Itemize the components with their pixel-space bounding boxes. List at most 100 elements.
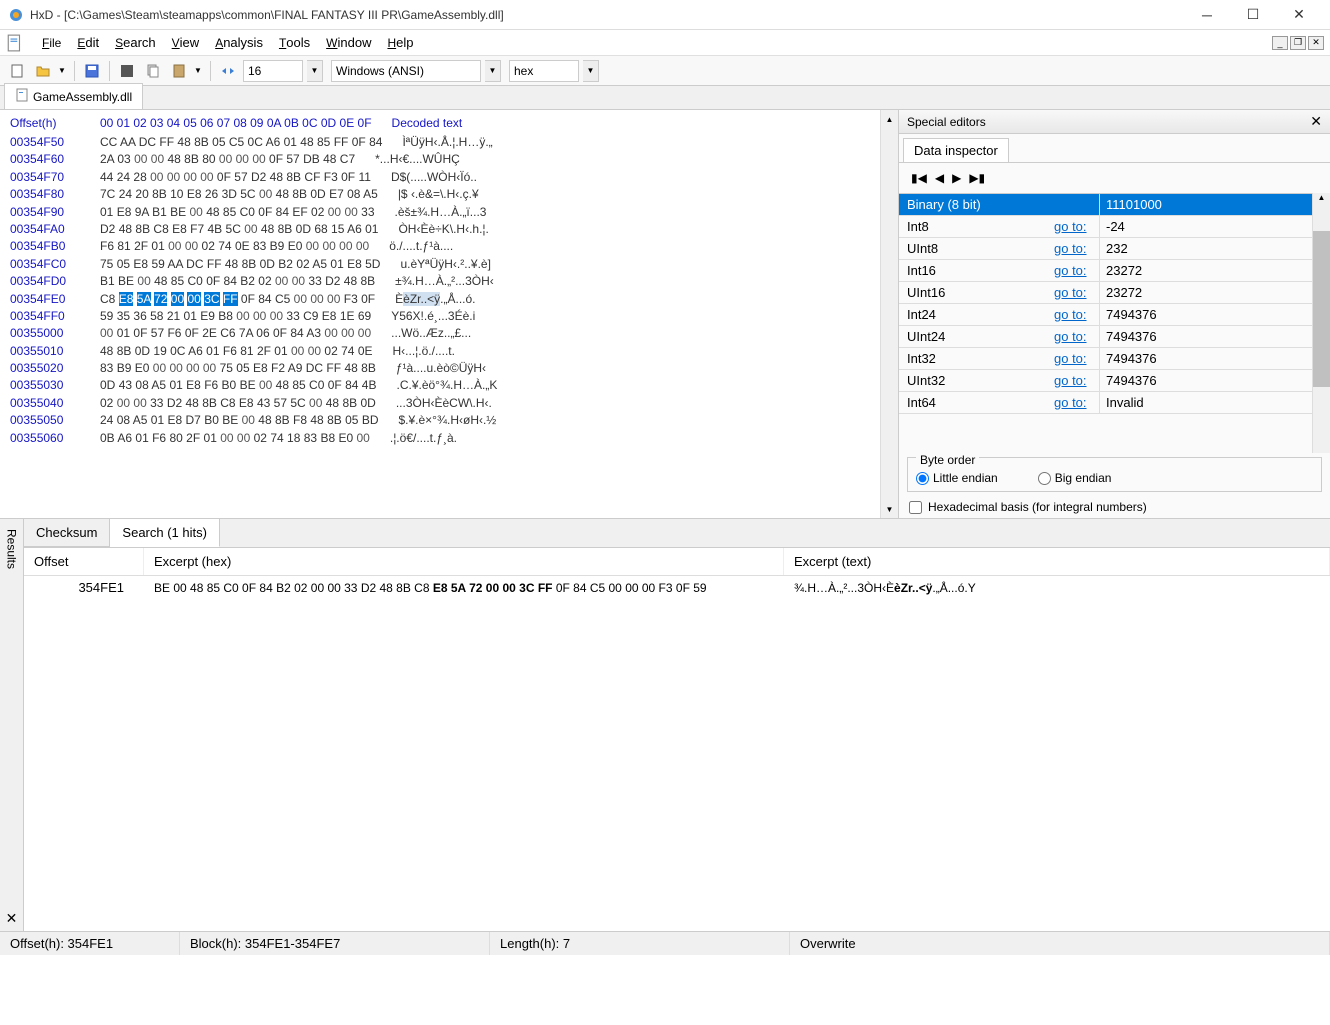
hex-scrollbar[interactable]: ▲ ▼ [880,110,898,518]
menu-window[interactable]: Window [318,31,379,54]
document-tabs: GameAssembly.dll [0,86,1330,110]
first-button[interactable]: ▮◀ [911,171,927,185]
results-header-offset[interactable]: Offset [24,548,144,575]
open-button[interactable] [32,60,54,82]
goto-link[interactable]: go to: [1054,241,1099,256]
inspector-row[interactable]: UInt16go to:23272 [899,282,1312,304]
inspector-row[interactable]: Int8go to:-24 [899,216,1312,238]
hex-row[interactable]: 0035505024 08 A5 01 E8 D7 B0 BE 00 48 8B… [10,412,880,429]
hex-row[interactable]: 00354FB0F6 81 2F 01 00 00 02 74 0E 83 B9… [10,238,880,255]
results-list[interactable]: Offset Excerpt (hex) Excerpt (text) 354F… [24,548,1330,931]
menu-file[interactable]: File [34,31,69,54]
inspector-close-button[interactable]: ✕ [1310,113,1322,130]
document-tab[interactable]: GameAssembly.dll [4,83,143,109]
statusbar: Offset(h): 354FE1 Block(h): 354FE1-354FE… [0,931,1330,955]
hex-row[interactable]: 0035502083 B9 E0 00 00 00 00 75 05 E8 F2… [10,360,880,377]
bytes-per-row-dropdown[interactable]: ▼ [307,60,323,82]
hex-row[interactable]: 0035504002 00 00 33 D2 48 8B C8 E8 43 57… [10,395,880,412]
hex-row[interactable]: 00354FF059 35 36 58 21 01 E9 B8 00 00 00… [10,308,880,325]
result-hex: BE 00 48 85 C0 0F 84 B2 02 00 00 33 D2 4… [144,576,784,599]
hex-row[interactable]: 00354FD0B1 BE 00 48 85 C0 0F 84 B2 02 00… [10,273,880,290]
hex-editor[interactable]: Offset(h) 00 01 02 03 04 05 06 07 08 09 … [0,110,880,518]
status-length: Length(h): 7 [490,932,790,955]
open-dropdown[interactable]: ▼ [58,66,68,75]
goto-link[interactable]: go to: [1054,351,1099,366]
inspector-scrollbar[interactable]: ▲ [1312,193,1330,453]
scroll-down-button[interactable]: ▼ [881,500,898,518]
hex-rows[interactable]: 00354F50CC AA DC FF 48 8B 05 C5 0C A6 01… [10,134,880,447]
copy-button[interactable] [142,60,164,82]
mdi-close-button[interactable]: ✕ [1308,36,1324,50]
checksum-tab[interactable]: Checksum [24,519,110,547]
mdi-minimize-button[interactable]: _ [1272,36,1288,50]
maximize-button[interactable]: ☐ [1230,0,1276,30]
inspector-table[interactable]: Binary (8 bit)11101000Int8go to:-24UInt8… [899,193,1312,453]
paste-button[interactable] [168,60,190,82]
cut-button[interactable] [116,60,138,82]
number-base-select[interactable] [509,60,579,82]
hex-row[interactable]: 00354F7044 24 28 00 00 00 00 0F 57 D2 48… [10,169,880,186]
inspector-row[interactable]: Int24go to:7494376 [899,304,1312,326]
big-endian-radio[interactable]: Big endian [1038,471,1112,485]
hex-row[interactable]: 00354FE0C8 E8 5A 72 00 00 3C FF 0F 84 C5… [10,291,880,308]
hex-row[interactable]: 003550600B A6 01 F6 80 2F 01 00 00 02 74… [10,430,880,447]
hex-row[interactable]: 00354F602A 03 00 00 48 8B 80 00 00 00 0F… [10,151,880,168]
results-close-button[interactable]: ✕ [6,910,18,927]
menu-edit[interactable]: Edit [69,31,107,54]
data-inspector-tab[interactable]: Data inspector [903,138,1009,162]
menu-help[interactable]: Help [379,31,421,54]
menu-search[interactable]: Search [107,31,164,54]
mdi-restore-button[interactable]: ❐ [1290,36,1306,50]
hex-row[interactable]: 00354F807C 24 20 8B 10 E8 26 3D 5C 00 48… [10,186,880,203]
scroll-up-button[interactable]: ▲ [881,110,898,128]
hex-row[interactable]: 00354F9001 E8 9A B1 BE 00 48 85 C0 0F 84… [10,204,880,221]
goto-link[interactable]: go to: [1054,307,1099,322]
offset-header: Offset(h) [10,116,100,130]
hex-row[interactable]: 00354F50CC AA DC FF 48 8B 05 C5 0C A6 01… [10,134,880,151]
hex-row[interactable]: 00354FA0D2 48 8B C8 E8 F7 4B 5C 00 48 8B… [10,221,880,238]
next-button[interactable]: ▶ [952,171,961,185]
goto-link[interactable]: go to: [1054,263,1099,278]
last-button[interactable]: ▶▮ [969,171,985,185]
inspector-row[interactable]: UInt8go to:232 [899,238,1312,260]
menu-tools[interactable]: Tools [271,31,318,54]
hex-row[interactable]: 0035500000 01 0F 57 F6 0F 2E C6 7A 06 0F… [10,325,880,342]
inspector-row[interactable]: Binary (8 bit)11101000 [899,194,1312,216]
column-header: 00 01 02 03 04 05 06 07 08 09 0A 0B 0C 0… [100,116,372,130]
menu-analysis[interactable]: Analysis [207,31,271,54]
minimize-button[interactable]: ─ [1184,0,1230,30]
hex-row[interactable]: 00354FC075 05 E8 59 AA DC FF 48 8B 0D B2… [10,256,880,273]
file-icon [15,88,29,105]
results-sidebar: Results ✕ [0,519,24,931]
little-endian-radio[interactable]: Little endian [916,471,998,485]
goto-link[interactable]: go to: [1054,373,1099,388]
result-text: ¾.H…À.„²...3ÒH‹ÈèZr..<ÿ.„Å...ó.Y [784,576,1330,599]
results-header-hex[interactable]: Excerpt (hex) [144,548,784,575]
inspector-row[interactable]: Int16go to:23272 [899,260,1312,282]
hex-row[interactable]: 003550300D 43 08 A5 01 E8 F6 B0 BE 00 48… [10,377,880,394]
hex-basis-checkbox[interactable]: Hexadecimal basis (for integral numbers) [899,496,1330,518]
inspector-row[interactable]: Int32go to:7494376 [899,348,1312,370]
goto-link[interactable]: go to: [1054,329,1099,344]
paste-dropdown[interactable]: ▼ [194,66,204,75]
inspector-row[interactable]: UInt24go to:7494376 [899,326,1312,348]
new-button[interactable] [6,60,28,82]
hex-row[interactable]: 0035501048 8B 0D 19 0C A6 01 F6 81 2F 01… [10,343,880,360]
close-button[interactable]: ✕ [1276,0,1322,30]
inspector-row[interactable]: Int64go to:Invalid [899,392,1312,414]
goto-link[interactable]: go to: [1054,395,1099,410]
inspector-row[interactable]: UInt32go to:7494376 [899,370,1312,392]
goto-link[interactable]: go to: [1054,219,1099,234]
bytes-per-row-input[interactable] [243,60,303,82]
inspector-title: Special editors [907,115,986,129]
search-results-tab[interactable]: Search (1 hits) [110,519,220,547]
prev-button[interactable]: ◀ [935,171,944,185]
results-header-text[interactable]: Excerpt (text) [784,548,1330,575]
charset-dropdown[interactable]: ▼ [485,60,501,82]
goto-link[interactable]: go to: [1054,285,1099,300]
menu-view[interactable]: View [164,31,208,54]
save-button[interactable] [81,60,103,82]
charset-select[interactable] [331,60,481,82]
number-base-dropdown[interactable]: ▼ [583,60,599,82]
results-row[interactable]: 354FE1 BE 00 48 85 C0 0F 84 B2 02 00 00 … [24,576,1330,599]
